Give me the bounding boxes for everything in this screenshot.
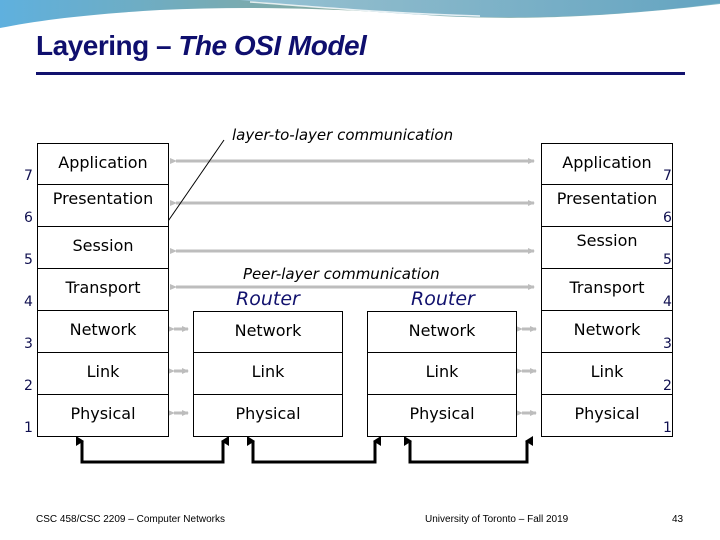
layer-application: Application	[541, 143, 673, 185]
layer-physical: Physical	[541, 395, 673, 437]
layer-link: Link	[37, 353, 169, 395]
physical-link-host-router1	[76, 436, 229, 464]
router-2-stack: Network Link Physical	[367, 311, 517, 437]
footer-course: CSC 458/CSC 2209 – Computer Networks	[36, 514, 225, 525]
caption-peer-layer: Peer-layer communication	[243, 265, 440, 283]
layer-physical: Physical	[367, 395, 517, 437]
layer-number: 4	[24, 294, 33, 310]
layer-transport: Transport	[541, 269, 673, 311]
footer-university: University of Toronto – Fall 2019	[425, 514, 569, 525]
layer-number: 6	[24, 210, 33, 226]
layer-presentation: Presentation	[541, 185, 673, 227]
layer-presentation: Presentation	[37, 185, 169, 227]
layer-link: Link	[193, 353, 343, 395]
layer-label: Presentation	[52, 189, 154, 208]
layer-label: Physical	[409, 404, 475, 423]
layer-number: 5	[24, 252, 33, 268]
layer-network: Network	[541, 311, 673, 353]
layer-application: Application	[37, 143, 169, 185]
layer-label: Physical	[70, 404, 136, 423]
layer-link: Link	[541, 353, 673, 395]
layer-label: Network	[408, 321, 476, 340]
layer-label: Application	[562, 153, 652, 172]
layer-session: Session	[37, 227, 169, 269]
caption-layer-to-layer: layer-to-layer communication	[232, 126, 454, 144]
layer-number: 7	[24, 168, 33, 184]
layer-number: 6	[663, 210, 672, 226]
layer-number: 3	[663, 336, 672, 352]
callout-line	[163, 139, 225, 228]
layer-label: Presentation	[556, 189, 658, 208]
layer-label: Physical	[574, 404, 640, 423]
physical-link-router2-host	[404, 436, 533, 464]
layer-label: Network	[69, 320, 137, 339]
layer-physical: Physical	[37, 395, 169, 437]
layer-number: 1	[24, 420, 33, 436]
layer-number: 4	[663, 294, 672, 310]
layer-number: 1	[663, 420, 672, 436]
layer-label: Link	[251, 362, 285, 381]
layer-network: Network	[37, 311, 169, 353]
footer-page-number: 43	[672, 514, 684, 525]
layer-label: Network	[573, 320, 641, 339]
layer-link: Link	[367, 353, 517, 395]
physical-link-router1-router2	[247, 436, 381, 464]
layer-label: Link	[590, 362, 624, 381]
layer-number: 2	[24, 378, 33, 394]
layer-number: 2	[663, 378, 672, 394]
layer-number: 7	[663, 168, 672, 184]
layer-label: Network	[234, 321, 302, 340]
router-2-title: Router	[411, 288, 475, 310]
layer-label: Link	[86, 362, 120, 381]
layer-label: Transport	[65, 278, 141, 297]
layer-label: Physical	[235, 404, 301, 423]
layer-label: Application	[58, 153, 148, 172]
end-host-right-stack: Application Presentation Session Transpo…	[541, 143, 673, 437]
layer-session: Session	[541, 227, 673, 269]
layer-label: Transport	[569, 278, 645, 297]
layer-label: Session	[72, 236, 134, 255]
layer-label: Session	[576, 231, 638, 250]
layer-number: 3	[24, 336, 33, 352]
router-1-title: Router	[236, 288, 300, 310]
layer-transport: Transport	[37, 269, 169, 311]
layer-number: 5	[663, 252, 672, 268]
layer-network: Network	[193, 311, 343, 353]
layer-label: Link	[425, 362, 459, 381]
end-host-left-stack: Application Presentation Session Transpo…	[37, 143, 169, 437]
layer-physical: Physical	[193, 395, 343, 437]
router-1-stack: Network Link Physical	[193, 311, 343, 437]
layer-network: Network	[367, 311, 517, 353]
